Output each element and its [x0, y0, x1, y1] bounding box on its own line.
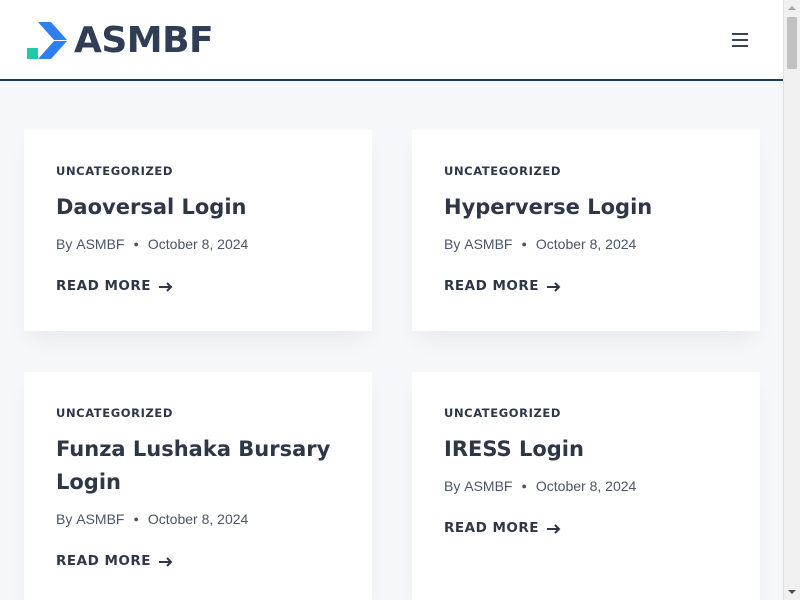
post-category-link[interactable]: UNCATEGORIZED	[56, 164, 173, 178]
post-card: UNCATEGORIZED Hyperverse Login By ASMBF …	[412, 130, 760, 331]
post-date: October 8, 2024	[535, 236, 637, 252]
author-link[interactable]: ASMBF	[76, 236, 124, 253]
author-prefix: By	[56, 236, 73, 252]
post-card: UNCATEGORIZED Daoversal Login By ASMBF ●…	[24, 130, 372, 331]
post-meta: By ASMBF ● October 8, 2024	[444, 478, 728, 495]
meta-separator: ●	[133, 514, 139, 524]
post-date: October 8, 2024	[147, 236, 249, 252]
post-title[interactable]: Funza Lushaka Bursary Login	[56, 433, 340, 499]
site-header: ASMBF	[0, 0, 783, 81]
post-title[interactable]: Daoversal Login	[56, 191, 340, 224]
post-date: October 8, 2024	[535, 478, 637, 494]
author-link[interactable]: ASMBF	[464, 236, 512, 253]
read-more-link[interactable]: READ MORE	[56, 553, 174, 570]
read-more-link[interactable]: READ MORE	[444, 520, 562, 537]
vertical-scrollbar[interactable]	[783, 0, 800, 600]
post-meta: By ASMBF ● October 8, 2024	[56, 236, 340, 253]
asmbf-logo-icon	[27, 22, 69, 60]
post-card: UNCATEGORIZED IRESS Login By ASMBF ● Oct…	[412, 372, 760, 600]
scrollbar-thumb[interactable]	[787, 17, 797, 69]
meta-separator: ●	[521, 239, 527, 249]
read-more-link[interactable]: READ MORE	[444, 278, 562, 295]
meta-separator: ●	[133, 239, 139, 249]
author-prefix: By	[444, 236, 461, 252]
author-prefix: By	[444, 478, 461, 494]
post-title[interactable]: Hyperverse Login	[444, 191, 728, 224]
hamburger-menu-icon	[732, 33, 748, 35]
scroll-up-arrow-icon[interactable]	[784, 0, 800, 16]
site-name: ASMBF	[74, 20, 214, 61]
read-more-label: READ MORE	[56, 553, 151, 569]
post-grid: UNCATEGORIZED Daoversal Login By ASMBF ●…	[0, 83, 783, 600]
read-more-label: READ MORE	[444, 278, 539, 294]
author-link[interactable]: ASMBF	[464, 478, 512, 495]
arrow-right-icon	[547, 523, 561, 534]
post-card: UNCATEGORIZED Funza Lushaka Bursary Logi…	[24, 372, 372, 600]
author-link[interactable]: ASMBF	[76, 511, 124, 528]
site-logo-link[interactable]: ASMBF	[27, 20, 214, 61]
read-more-label: READ MORE	[56, 278, 151, 294]
arrow-right-icon	[547, 281, 561, 292]
post-meta: By ASMBF ● October 8, 2024	[56, 511, 340, 528]
arrow-right-icon	[159, 556, 173, 567]
scroll-down-arrow-icon[interactable]	[784, 584, 800, 600]
menu-toggle-button[interactable]	[730, 31, 752, 49]
read-more-link[interactable]: READ MORE	[56, 278, 174, 295]
read-more-label: READ MORE	[444, 520, 539, 536]
arrow-right-icon	[159, 281, 173, 292]
post-meta: By ASMBF ● October 8, 2024	[444, 236, 728, 253]
meta-separator: ●	[521, 481, 527, 491]
post-category-link[interactable]: UNCATEGORIZED	[444, 406, 561, 420]
post-title[interactable]: IRESS Login	[444, 433, 728, 466]
post-category-link[interactable]: UNCATEGORIZED	[56, 406, 173, 420]
author-prefix: By	[56, 511, 73, 527]
post-category-link[interactable]: UNCATEGORIZED	[444, 164, 561, 178]
post-date: October 8, 2024	[147, 511, 249, 527]
